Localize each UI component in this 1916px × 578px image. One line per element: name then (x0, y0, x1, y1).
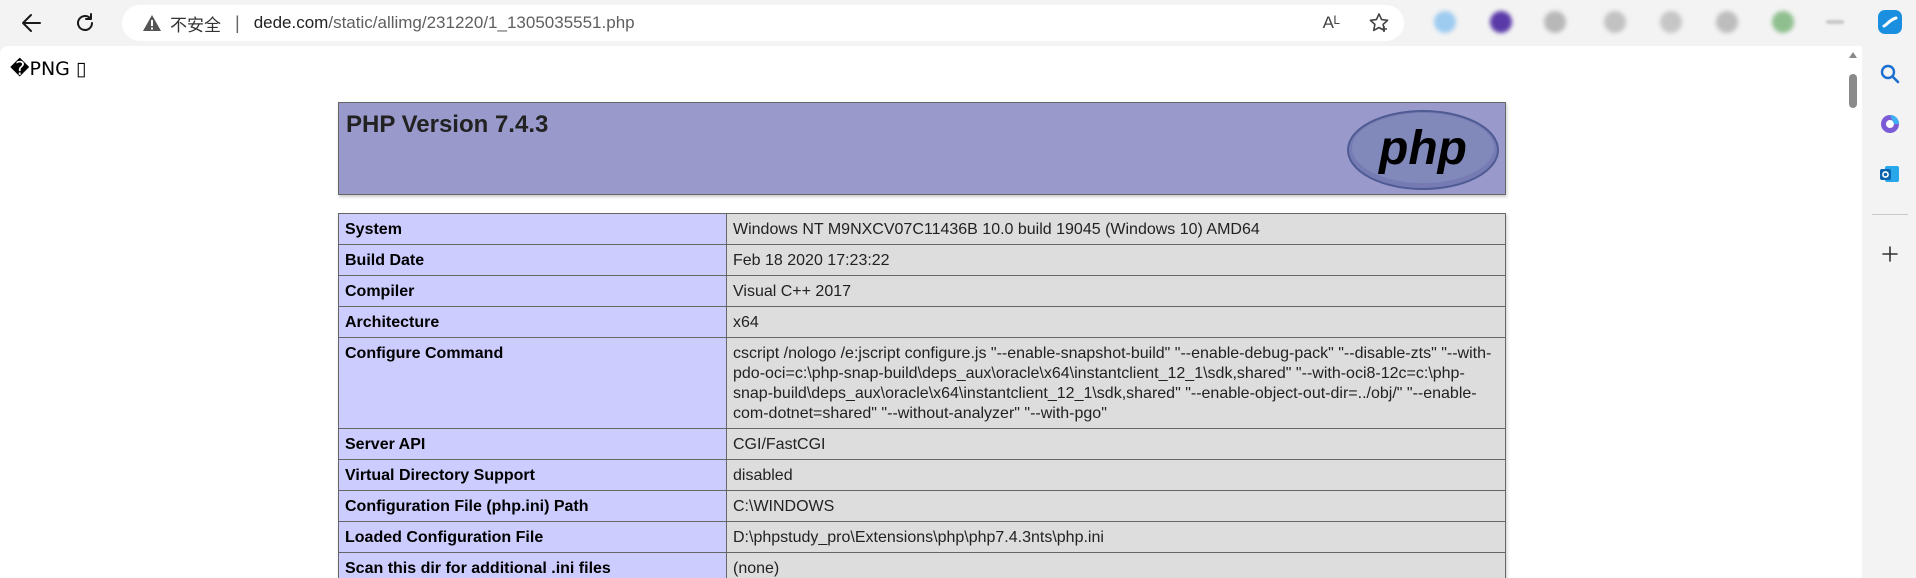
table-row: Virtual Directory Support disabled (338, 459, 1506, 491)
url-path: /static/allimg/231220/1_1305035551.php (328, 13, 635, 32)
php-info-table: System Windows NT M9NXCV07C11436B 10.0 bu… (338, 213, 1506, 578)
table-row: Server API CGI/FastCGI (338, 428, 1506, 460)
address-bar[interactable]: 不安全 | dede.com/static/allimg/231220/1_13… (122, 5, 1404, 41)
row-key: Architecture (338, 306, 727, 338)
row-key: Compiler (338, 275, 727, 307)
extension-icon-5[interactable] (1660, 11, 1682, 33)
table-row: Build Date Feb 18 2020 17:23:22 (338, 244, 1506, 276)
browser-sidebar (1862, 0, 1916, 578)
php-version-header: PHP Version 7.4.3 php (338, 102, 1506, 195)
insecure-label[interactable]: 不安全 (170, 11, 221, 36)
extension-icon-6[interactable] (1716, 11, 1738, 33)
row-value: Feb 18 2020 17:23:22 (726, 244, 1506, 276)
row-value: (none) (726, 552, 1506, 578)
row-key: Server API (338, 428, 727, 460)
row-value: disabled (726, 459, 1506, 491)
favorite-star-icon[interactable] (1368, 12, 1390, 34)
url-text[interactable]: dede.com/static/allimg/231220/1_13050355… (254, 13, 635, 33)
table-row: Architecture x64 (338, 306, 1506, 338)
sidebar-divider (1872, 214, 1908, 215)
row-value: Windows NT M9NXCV07C11436B 10.0 build 19… (726, 213, 1506, 245)
read-aloud-icon[interactable]: Aᴸ (1323, 13, 1340, 33)
row-key: Virtual Directory Support (338, 459, 727, 491)
copilot-icon[interactable] (1876, 8, 1904, 36)
binary-junk-text: �PNG ▯ (10, 58, 87, 80)
refresh-icon (77, 13, 93, 31)
extension-icon-2[interactable] (1490, 11, 1512, 33)
row-key: Scan this dir for additional .ini files (338, 552, 727, 578)
extension-icon-3[interactable] (1544, 11, 1566, 33)
table-row: Compiler Visual C++ 2017 (338, 275, 1506, 307)
back-button[interactable] (14, 6, 48, 40)
copilot-app-icon[interactable] (1878, 112, 1902, 136)
php-logo-icon[interactable]: php (1347, 110, 1499, 190)
row-value: C:\WINDOWS (726, 490, 1506, 522)
extension-icon-1[interactable] (1434, 11, 1456, 33)
row-value: D:\phpstudy_pro\Extensions\php\php7.4.3n… (726, 521, 1506, 553)
row-key: Configuration File (php.ini) Path (338, 490, 727, 522)
refresh-button[interactable] (68, 6, 102, 40)
page-title: PHP Version 7.4.3 (346, 111, 549, 138)
table-row: System Windows NT M9NXCV07C11436B 10.0 bu… (338, 213, 1506, 245)
row-value: cscript /nologo /e:jscript configure.js … (726, 337, 1506, 429)
add-icon[interactable] (1878, 242, 1902, 266)
row-key: Configure Command (338, 337, 727, 429)
row-key: Build Date (338, 244, 727, 276)
table-row: Scan this dir for additional .ini files(… (338, 552, 1506, 578)
back-icon (22, 14, 41, 32)
address-separator: | (235, 12, 240, 33)
row-key: Loaded Configuration File (338, 521, 727, 553)
row-value: Visual C++ 2017 (726, 275, 1506, 307)
outlook-icon[interactable] (1878, 162, 1902, 186)
warning-icon[interactable] (142, 13, 162, 33)
vertical-scrollbar[interactable] (1846, 46, 1860, 578)
php-logo-text: php (1377, 122, 1467, 175)
extension-icon-8[interactable] (1826, 20, 1844, 24)
table-row: Configure Command cscript /nologo /e:jscr… (338, 337, 1506, 429)
row-value: x64 (726, 306, 1506, 338)
page-viewport: �PNG ▯ PHP Version 7.4.3 php System Windo… (0, 46, 1862, 578)
search-icon[interactable] (1878, 62, 1902, 86)
browser-toolbar: 不安全 | dede.com/static/allimg/231220/1_13… (0, 0, 1916, 46)
url-host: dede.com (253, 13, 329, 32)
scroll-thumb[interactable] (1849, 74, 1857, 108)
row-value: CGI/FastCGI (726, 428, 1506, 460)
scroll-up-arrow-icon[interactable] (1849, 52, 1857, 58)
row-key: System (338, 213, 727, 245)
table-row: Loaded Configuration File D:\phpstudy_pro… (338, 521, 1506, 553)
table-row: Configuration File (php.ini) Path C:\WIND… (338, 490, 1506, 522)
extension-icon-7[interactable] (1772, 11, 1794, 33)
extension-icon-4[interactable] (1604, 11, 1626, 33)
